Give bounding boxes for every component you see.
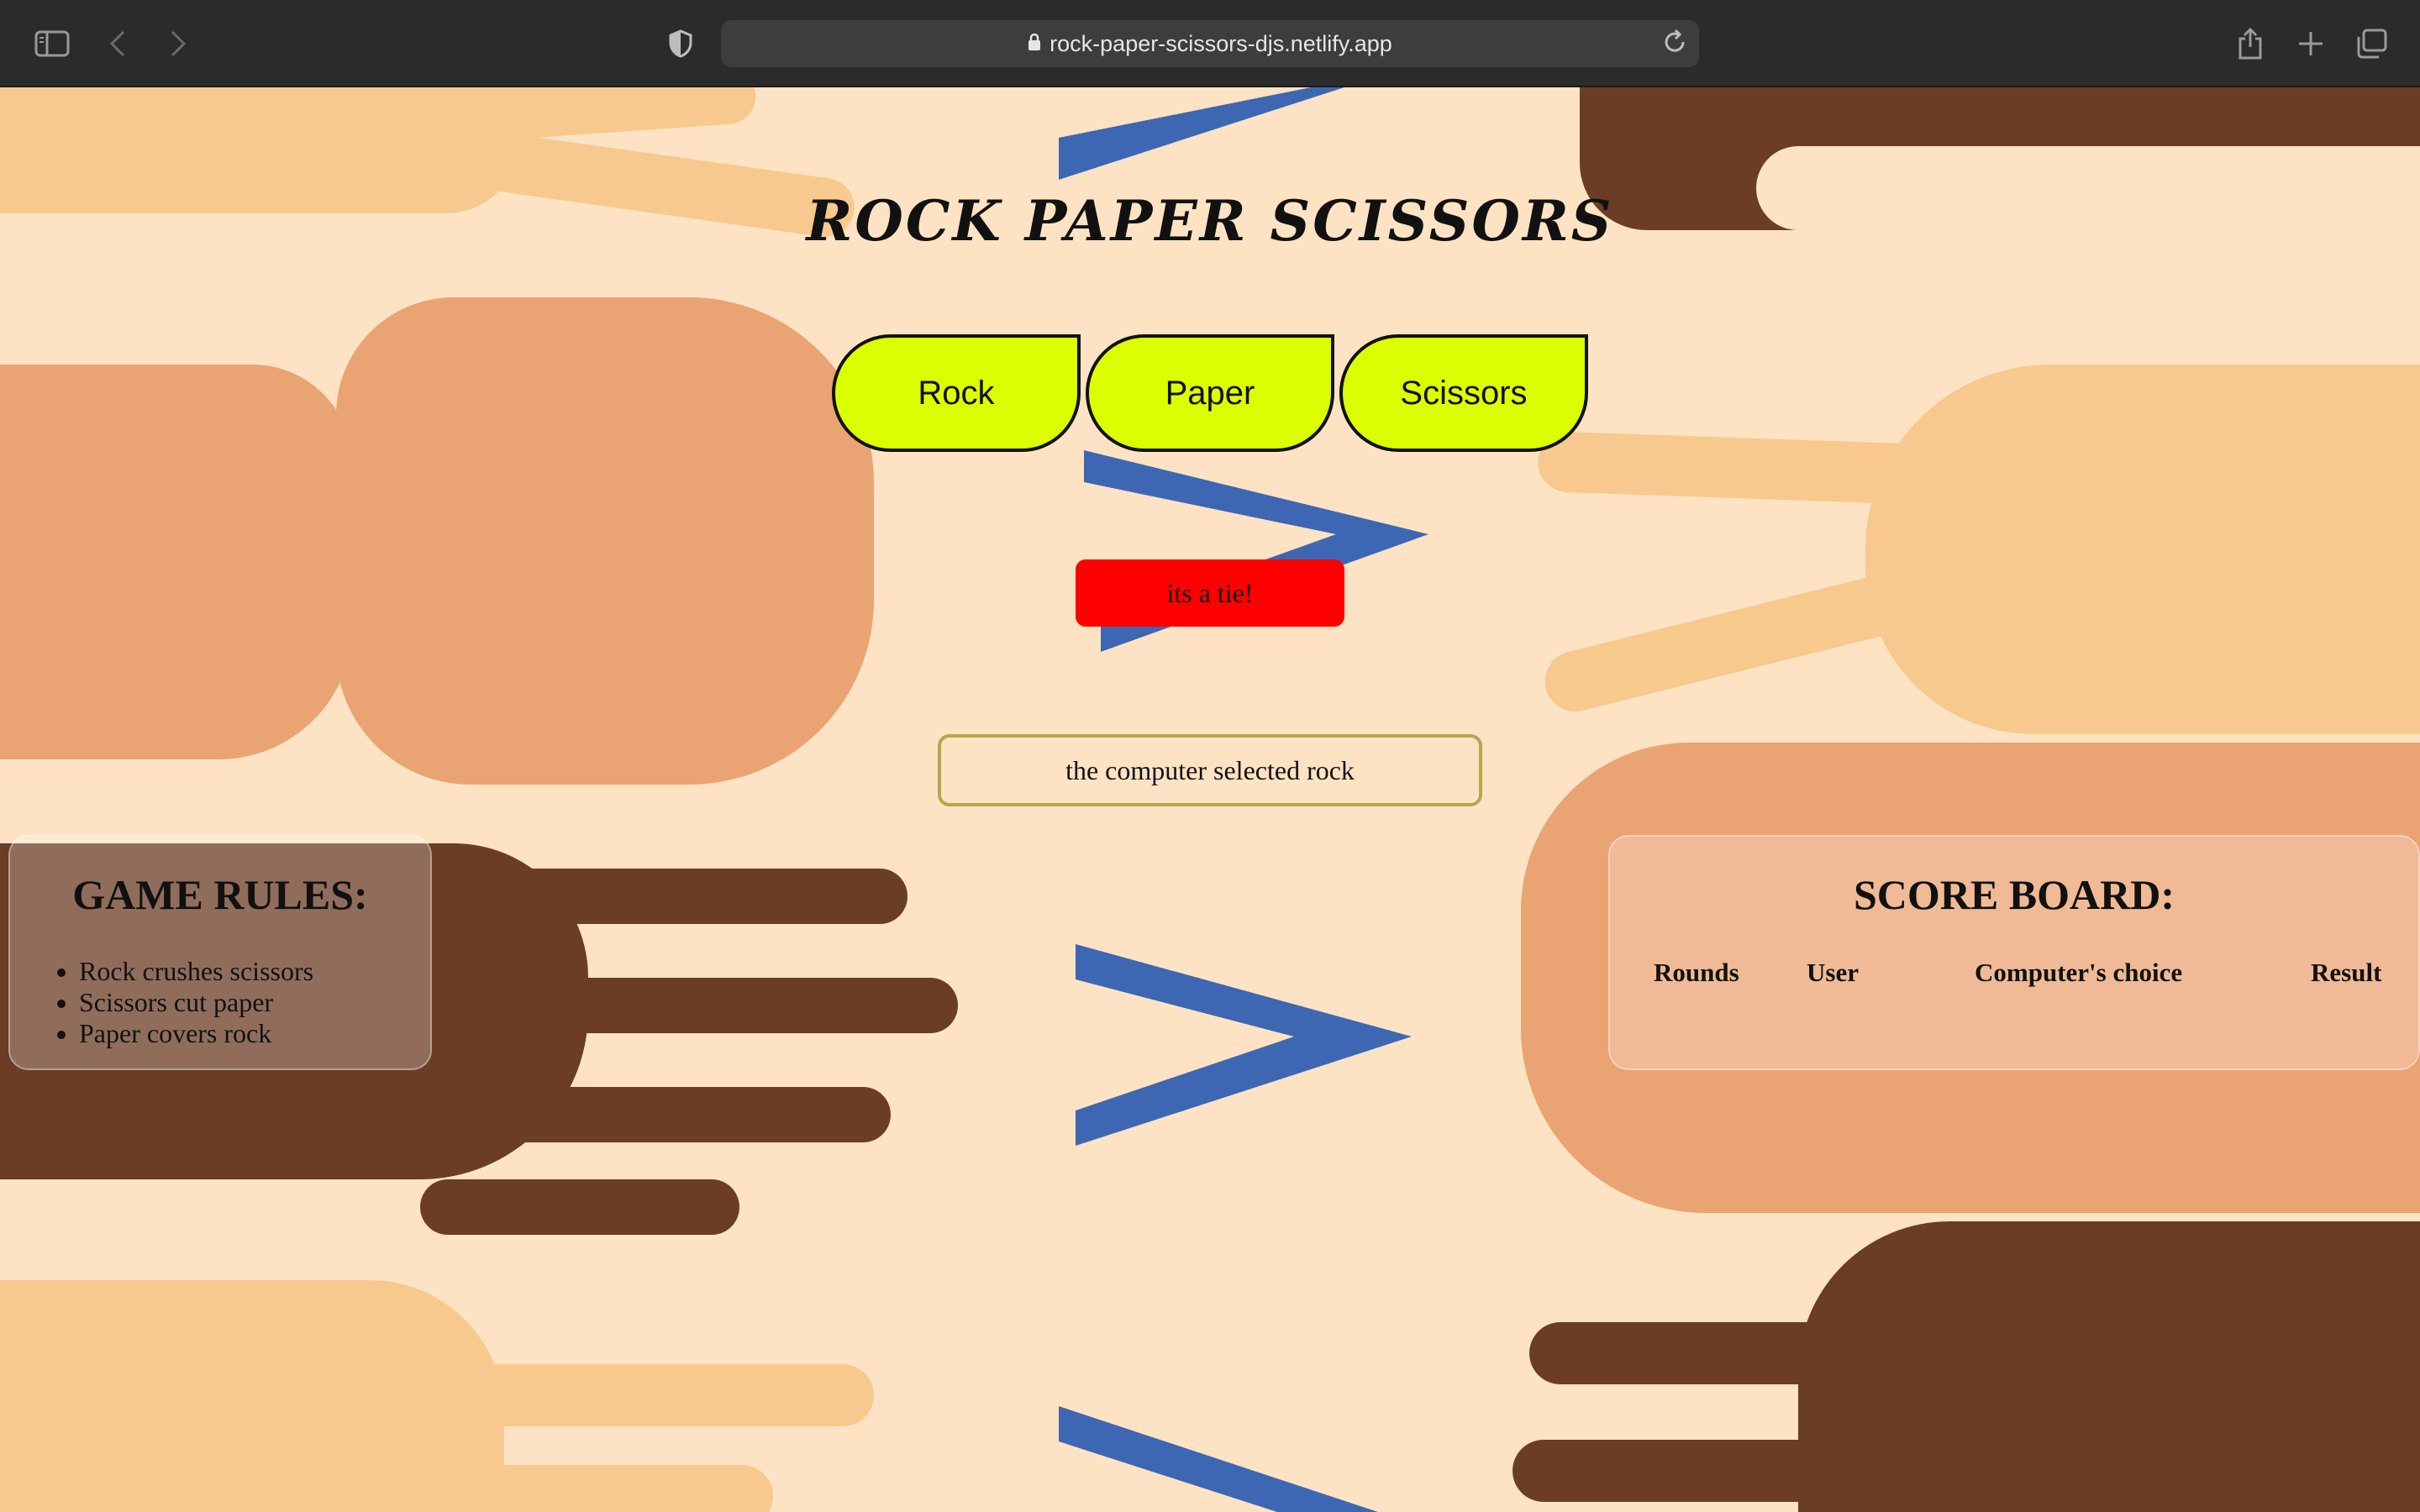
choice-buttons: Rock Paper Scissors xyxy=(832,334,1588,452)
share-icon[interactable] xyxy=(2230,24,2270,64)
column-header-rounds: Rounds xyxy=(1654,958,1739,987)
paper-button[interactable]: Paper xyxy=(1086,334,1334,452)
scissors-button[interactable]: Scissors xyxy=(1339,334,1588,452)
back-icon[interactable] xyxy=(97,24,138,64)
column-header-result: Result xyxy=(2311,958,2382,987)
scoreboard-header-row: Rounds User Computer's choice Result xyxy=(1610,958,2418,988)
forward-icon[interactable] xyxy=(158,24,198,64)
column-header-computer-choice: Computer's choice xyxy=(1975,958,2183,987)
address-bar[interactable]: rock-paper-scissors-djs.netlify.app xyxy=(721,20,1699,67)
privacy-shield-icon[interactable] xyxy=(660,24,701,64)
game-rules-panel: GAME RULES: Rock crushes scissors Scisso… xyxy=(8,835,432,1070)
new-tab-icon[interactable] xyxy=(2291,24,2331,64)
tab-overview-icon[interactable] xyxy=(2351,24,2391,64)
lock-icon xyxy=(1028,31,1041,57)
rules-heading: GAME RULES: xyxy=(72,871,368,918)
rock-button[interactable]: Rock xyxy=(832,334,1081,452)
rules-list: Rock crushes scissors Scissors cut paper… xyxy=(79,956,430,1049)
sidebar-toggle-icon[interactable] xyxy=(32,24,72,64)
url-text: rock-paper-scissors-djs.netlify.app xyxy=(1050,30,1392,56)
rule-item: Scissors cut paper xyxy=(79,987,430,1018)
chevron-decoration xyxy=(1076,944,1412,1146)
browser-toolbar: rock-paper-scissors-djs.netlify.app xyxy=(0,0,2420,87)
computer-choice-display: the computer selected rock xyxy=(938,734,1482,806)
rule-item: Paper covers rock xyxy=(79,1018,430,1049)
chevron-decoration xyxy=(1059,1406,1378,1512)
page-title: ROCK PAPER SCISSORS xyxy=(806,188,1614,254)
result-badge: its a tie! xyxy=(1076,559,1344,627)
reload-icon[interactable] xyxy=(1662,29,1687,61)
chevron-decoration xyxy=(1059,87,1344,180)
game-page: ROCK PAPER SCISSORS Rock Paper Scissors … xyxy=(0,87,2420,1512)
score-board-panel: SCORE BOARD: Rounds User Computer's choi… xyxy=(1608,835,2420,1070)
scoreboard-heading: SCORE BOARD: xyxy=(1854,871,2175,918)
column-header-user: User xyxy=(1807,958,1859,987)
rule-item: Rock crushes scissors xyxy=(79,956,430,987)
